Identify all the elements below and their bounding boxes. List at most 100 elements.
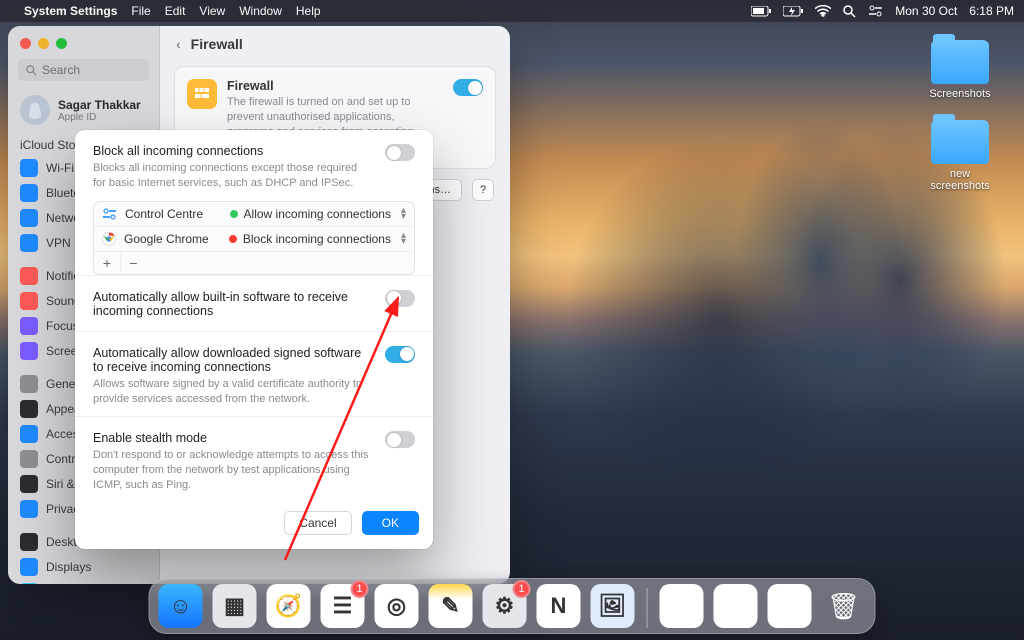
stealth-desc: Don't respond to or acknowledge attempts… xyxy=(93,448,373,493)
recent-doc-1-icon: ▤ xyxy=(669,591,694,622)
add-app-button[interactable]: + xyxy=(94,252,120,274)
page-title: Firewall xyxy=(191,36,243,52)
block-all-desc: Blocks all incoming connections except t… xyxy=(93,161,373,191)
remove-app-button[interactable]: − xyxy=(120,252,146,274)
siri-icon xyxy=(20,475,38,493)
dock-chrome[interactable]: ◎ xyxy=(375,584,419,628)
stealth-toggle[interactable] xyxy=(385,431,415,448)
menu-view[interactable]: View xyxy=(199,4,225,18)
dock-recent-doc-3[interactable]: ▤ xyxy=(768,584,812,628)
menu-file[interactable]: File xyxy=(131,4,150,18)
speaker-icon xyxy=(20,292,38,310)
chrome-icon: ◎ xyxy=(387,593,406,619)
desktop-folder-screenshots[interactable]: Screenshots xyxy=(920,40,1000,100)
window-controls xyxy=(8,26,159,55)
help-button[interactable]: ? xyxy=(472,179,494,201)
menu-help[interactable]: Help xyxy=(296,4,321,18)
notion-icon: N xyxy=(551,593,567,619)
auto-builtin-toggle[interactable] xyxy=(385,290,415,307)
reminders-icon: ☰ xyxy=(333,593,353,619)
dock-reminders[interactable]: ☰1 xyxy=(321,584,365,628)
app-row-chrome[interactable]: Google Chrome Block incoming connections… xyxy=(94,226,414,251)
firewall-icon xyxy=(187,79,217,109)
accessibility-icon xyxy=(20,425,38,443)
search-icon xyxy=(26,65,37,76)
app-menu-name[interactable]: System Settings xyxy=(24,4,117,18)
zoom-icon[interactable] xyxy=(56,38,67,49)
sidebar-item-label: Wi-Fi xyxy=(46,161,74,175)
sidebar-search[interactable] xyxy=(18,59,149,81)
avatar xyxy=(20,95,50,125)
firewall-options-sheet: Block all incoming connections Blocks al… xyxy=(75,130,433,549)
close-icon[interactable] xyxy=(20,38,31,49)
dock-recent-doc-2[interactable]: ▤ xyxy=(714,584,758,628)
trash-icon: 🗑 xyxy=(827,591,860,622)
back-icon[interactable]: ‹ xyxy=(176,36,181,52)
dock-preview[interactable]: 🖼 xyxy=(591,584,635,628)
account-name: Sagar Thakkar xyxy=(58,98,141,112)
folder-icon xyxy=(931,40,989,84)
network-icon xyxy=(20,209,38,227)
spotlight-icon[interactable] xyxy=(843,5,856,18)
wifi-status-icon[interactable] xyxy=(815,5,831,17)
app-status-selector[interactable]: Allow incoming connections ▴▾ xyxy=(230,207,406,221)
battery-status-icon[interactable] xyxy=(751,6,771,17)
finder-icon: ☺ xyxy=(169,593,191,619)
gear-icon xyxy=(20,375,38,393)
auto-signed-toggle[interactable] xyxy=(385,346,415,363)
launchpad-icon: ▦ xyxy=(224,593,245,619)
charging-icon[interactable] xyxy=(783,6,803,17)
ok-button[interactable]: OK xyxy=(362,511,419,535)
dock-notes[interactable]: ✎ xyxy=(429,584,473,628)
auto-builtin-title: Automatically allow built-in software to… xyxy=(93,290,373,318)
dock-safari[interactable]: 🧭 xyxy=(267,584,311,628)
cancel-button[interactable]: Cancel xyxy=(284,511,351,535)
dock-recent-doc-1[interactable]: ▤ xyxy=(660,584,704,628)
vpn-icon xyxy=(20,234,38,252)
sliders-icon xyxy=(20,450,38,468)
moon-icon xyxy=(20,317,38,335)
menubar-time[interactable]: 6:18 PM xyxy=(969,4,1014,18)
app-status-selector[interactable]: Block incoming connections ▴▾ xyxy=(229,232,406,246)
stepper-icon: ▴▾ xyxy=(401,233,406,245)
stealth-title: Enable stealth mode xyxy=(93,431,373,445)
dock-system-settings[interactable]: ⚙1 xyxy=(483,584,527,628)
dock-trash[interactable]: 🗑 xyxy=(822,584,866,628)
display-icon xyxy=(20,558,38,576)
bell-icon xyxy=(20,267,38,285)
stepper-icon: ▴▾ xyxy=(401,208,406,220)
block-all-toggle[interactable] xyxy=(385,144,415,161)
block-all-title: Block all incoming connections xyxy=(93,144,373,158)
desktop-icon xyxy=(20,533,38,551)
desktop-folder-new-screenshots[interactable]: new screenshots xyxy=(920,120,1000,192)
firewall-card-title: Firewall xyxy=(227,79,443,93)
app-name: Google Chrome xyxy=(124,232,209,246)
account-sub: Apple ID xyxy=(58,112,141,123)
dock-launchpad[interactable]: ▦ xyxy=(213,584,257,628)
firewall-toggle[interactable] xyxy=(453,79,483,96)
sidebar-item-wallpaper[interactable]: Wallpaper xyxy=(8,579,159,584)
status-dot-allow-icon xyxy=(230,210,238,218)
folder-label: Screenshots xyxy=(929,88,990,100)
app-row-control-centre[interactable]: Control Centre Allow incoming connection… xyxy=(94,202,414,226)
preview-icon: 🖼 xyxy=(599,593,627,619)
dock-notion[interactable]: N xyxy=(537,584,581,628)
dock-badge: 1 xyxy=(351,580,369,598)
auto-signed-title: Automatically allow downloaded signed so… xyxy=(93,346,373,374)
sidebar-item-displays[interactable]: Displays xyxy=(8,554,159,579)
firewall-app-list: Control Centre Allow incoming connection… xyxy=(93,201,415,275)
menu-window[interactable]: Window xyxy=(239,4,282,18)
menu-edit[interactable]: Edit xyxy=(165,4,186,18)
appearance-icon xyxy=(20,400,38,418)
wifi-icon xyxy=(20,159,38,177)
dock-finder[interactable]: ☺ xyxy=(159,584,203,628)
control-centre-icon[interactable] xyxy=(868,5,883,17)
minimize-icon[interactable] xyxy=(38,38,49,49)
wallpaper-icon xyxy=(20,583,38,585)
dock: ☺▦🧭☰1◎✎⚙1N🖼▤▤▤🗑 xyxy=(149,578,876,634)
menubar-date[interactable]: Mon 30 Oct xyxy=(895,4,957,18)
chrome-icon xyxy=(102,232,116,246)
sidebar-item-label: VPN xyxy=(46,236,71,250)
sidebar-account[interactable]: Sagar Thakkar Apple ID xyxy=(8,89,159,135)
sidebar-item-label: Displays xyxy=(46,560,91,574)
